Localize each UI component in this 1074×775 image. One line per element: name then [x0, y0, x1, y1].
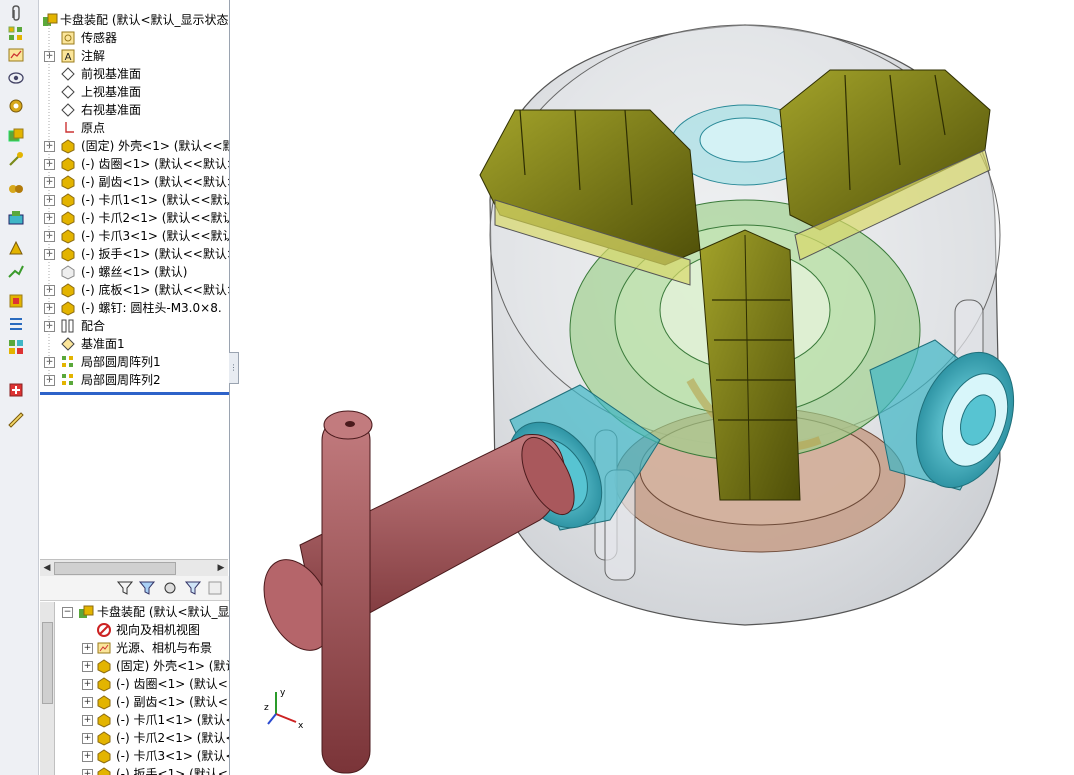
plane-icon: [60, 102, 76, 118]
part-icon: [96, 676, 112, 692]
collapse-icon[interactable]: −: [62, 607, 73, 618]
filter-hidden-icon[interactable]: [206, 579, 224, 597]
annotation-icon: A: [60, 48, 76, 64]
expand-icon[interactable]: +: [82, 643, 93, 654]
part-icon: [60, 300, 76, 316]
pattern-icon: [60, 354, 76, 370]
part-icon: [60, 174, 76, 190]
part-icon: [60, 264, 76, 280]
mates-icon: [60, 318, 76, 334]
filter-mates-icon[interactable]: [184, 579, 202, 597]
expand-icon[interactable]: +: [82, 751, 93, 762]
scroll-left-icon[interactable]: ◀: [41, 562, 53, 574]
part-icon: [60, 156, 76, 172]
origin-icon: [60, 120, 76, 136]
interference-icon[interactable]: [4, 380, 28, 400]
graphics-viewport[interactable]: [238, 0, 1074, 775]
part-icon: [96, 766, 112, 775]
orientation-triad-icon: y x z: [264, 688, 304, 730]
filter-parts-icon[interactable]: [138, 579, 156, 597]
sensor-icon: [60, 30, 76, 46]
gear-icon[interactable]: [4, 96, 28, 116]
part-icon: [60, 282, 76, 298]
plane-icon: [60, 66, 76, 82]
display-pane-tree: − 卡盘装配 (默认<默认_显 视向及相机视图 + 光源、相机与布景 + (固定) 外…: [40, 602, 229, 775]
view-icon[interactable]: [4, 68, 28, 88]
expand-icon[interactable]: +: [82, 715, 93, 726]
smart-icon[interactable]: [4, 238, 28, 258]
part-icon: [96, 748, 112, 764]
part-icon: [96, 712, 112, 728]
expand-icon[interactable]: +: [82, 679, 93, 690]
part-icon: [96, 730, 112, 746]
part-icon: [60, 192, 76, 208]
paperclip-icon[interactable]: [4, 3, 28, 23]
part-icon: [60, 138, 76, 154]
mate-icon[interactable]: [4, 179, 28, 199]
filter-features-icon[interactable]: [161, 579, 179, 597]
chart-icon[interactable]: [4, 45, 28, 65]
pattern-icon[interactable]: [4, 24, 28, 44]
tree-lines: [48, 22, 50, 385]
part-icon: [60, 246, 76, 262]
filter-toolbar: [40, 576, 229, 601]
pattern-icon: [60, 372, 76, 388]
feature-tree: 卡盘装配 (默认<默认_显示状态 传感器 +A注解 前视基准面 上视基准面 右视…: [40, 0, 229, 392]
bom-icon[interactable]: [4, 337, 28, 357]
horizontal-scrollbar[interactable]: ◀ ▶: [40, 559, 228, 576]
triad-y-label: y: [280, 688, 286, 698]
feature-icon[interactable]: [4, 208, 28, 228]
svg-text:A: A: [65, 52, 72, 63]
command-toolbar: [0, 0, 39, 775]
lights-icon: [96, 640, 112, 656]
expand-icon[interactable]: +: [82, 697, 93, 708]
triad-x-label: x: [298, 721, 304, 730]
part-icon: [96, 694, 112, 710]
plane-icon: [60, 336, 76, 352]
rotate-icon[interactable]: [4, 291, 28, 311]
assembly-icon: [78, 604, 94, 620]
no-view-icon: [96, 622, 112, 638]
expand-icon[interactable]: +: [82, 769, 93, 775]
triad-z-label: z: [264, 703, 269, 713]
part-icon: [96, 658, 112, 674]
filter-icon[interactable]: [116, 579, 134, 597]
move-component-icon[interactable]: [4, 261, 28, 281]
move-icon[interactable]: [4, 149, 28, 169]
part-icon: [60, 210, 76, 226]
scroll-thumb[interactable]: [54, 562, 176, 575]
expand-icon[interactable]: +: [82, 733, 93, 744]
exploded-view-icon[interactable]: [4, 314, 28, 334]
plane-icon: [60, 84, 76, 100]
part-icon: [60, 228, 76, 244]
panel-splitter[interactable]: [40, 392, 229, 395]
measure-icon[interactable]: [4, 410, 28, 430]
expand-icon[interactable]: +: [82, 661, 93, 672]
scroll-right-icon[interactable]: ▶: [215, 562, 227, 574]
assembly-icon[interactable]: [4, 126, 28, 146]
